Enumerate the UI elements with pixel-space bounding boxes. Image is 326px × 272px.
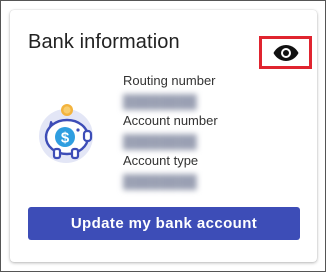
update-bank-account-button[interactable]: Update my bank account bbox=[28, 207, 300, 240]
routing-number-label: Routing number bbox=[123, 73, 216, 88]
routing-number-value: ████████ bbox=[123, 94, 197, 109]
account-number-value: ████████ bbox=[123, 134, 197, 149]
account-type-value: ████████ bbox=[123, 174, 197, 189]
card-title: Bank information bbox=[28, 31, 180, 53]
account-type-label: Account type bbox=[123, 153, 199, 168]
svg-text:$: $ bbox=[61, 130, 70, 147]
piggy-bank-icon: $ bbox=[36, 104, 96, 164]
bank-information-card: Bank information $ Routing number ██████… bbox=[10, 10, 317, 262]
screenshot-frame: Bank information $ Routing number ██████… bbox=[0, 0, 326, 272]
eye-icon bbox=[273, 44, 298, 61]
show-details-button[interactable] bbox=[259, 36, 312, 69]
account-number-label: Account number bbox=[123, 113, 218, 128]
